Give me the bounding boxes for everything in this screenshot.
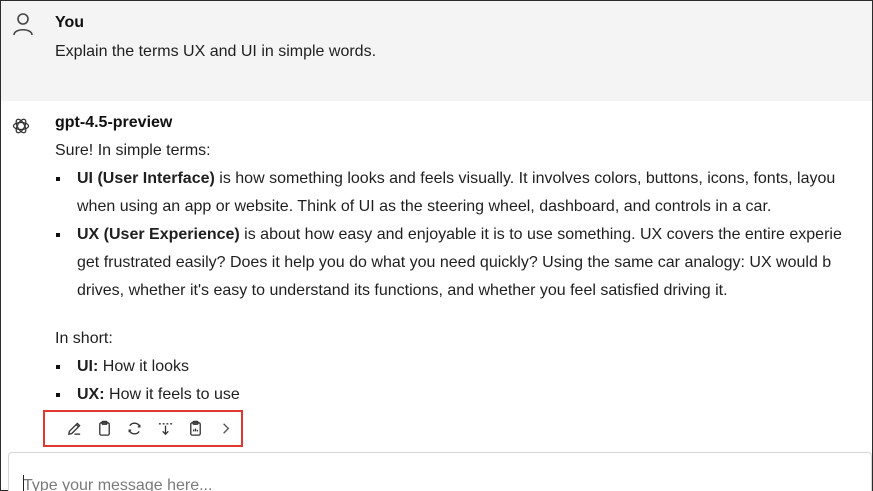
- edit-icon: [67, 422, 81, 436]
- assistant-intro-text: Sure! In simple terms:: [55, 142, 211, 159]
- summary-text: How it feels to use: [104, 386, 240, 403]
- openai-logo-icon: [12, 118, 30, 134]
- list-item: UX (User Experience) is about how easy a…: [55, 221, 872, 305]
- user-avatar-icon: [13, 13, 33, 36]
- bullet-term: UX (User Experience): [77, 226, 240, 243]
- bullet-text: when using an app or website. Think of U…: [77, 198, 772, 215]
- edit-button[interactable]: [59, 417, 89, 441]
- user-sender-name: You: [55, 14, 85, 31]
- more-actions-button[interactable]: [211, 417, 241, 441]
- bullet-text: get frustrated easily? Does it help you …: [77, 254, 832, 271]
- insert-below-button[interactable]: [150, 417, 180, 441]
- regenerate-button[interactable]: [120, 417, 150, 441]
- chevron-right-icon: [223, 423, 230, 434]
- text-caret: [23, 475, 24, 491]
- assistant-sender-name: gpt-4.5-preview: [55, 114, 173, 131]
- copy-icon: [99, 420, 110, 436]
- list-item: UI (User Interface) is how something loo…: [55, 165, 872, 221]
- summary-text: How it looks: [98, 358, 190, 375]
- list-item: UX: How it feels to use: [55, 381, 240, 409]
- summary-term: UI:: [77, 358, 99, 375]
- message-composer: [8, 452, 872, 491]
- definition-list: UI (User Interface) is how something loo…: [55, 165, 872, 305]
- clipboard-icon: [190, 420, 201, 436]
- user-message: You Explain the terms UX and UI in simpl…: [1, 1, 872, 101]
- message-input[interactable]: [23, 471, 623, 491]
- clipboard-button[interactable]: [180, 417, 210, 441]
- bullet-text: is about how easy and enjoyable it is to…: [239, 226, 842, 243]
- bullet-text: drives, whether it's easy to understand …: [77, 282, 728, 299]
- user-message-text: Explain the terms UX and UI in simple wo…: [55, 43, 377, 60]
- assistant-message: gpt-4.5-preview Sure! In simple terms: U…: [1, 101, 872, 451]
- bullet-text: is how something looks and feels visuall…: [214, 170, 836, 187]
- list-item: UI: How it looks: [55, 353, 240, 381]
- message-actions-toolbar: [43, 410, 243, 447]
- bullet-term: UI (User Interface): [77, 170, 215, 187]
- summary-list: UI: How it looks UX: How it feels to use: [55, 353, 240, 409]
- summary-term: UX:: [77, 386, 105, 403]
- regenerate-icon: [128, 422, 141, 435]
- summary-label: In short:: [55, 330, 113, 347]
- insert-below-icon: [158, 423, 172, 436]
- copy-button[interactable]: [89, 417, 119, 441]
